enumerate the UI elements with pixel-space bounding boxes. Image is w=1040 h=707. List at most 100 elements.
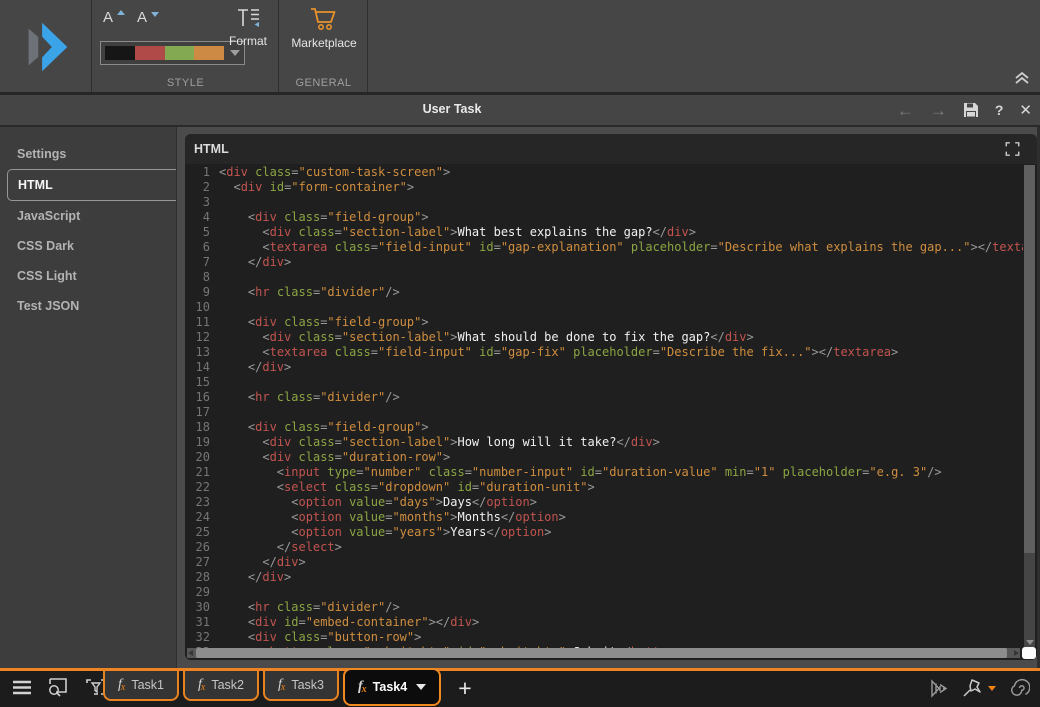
code-line[interactable]: 13 <textarea class="field-input" id="gap… bbox=[185, 345, 1023, 360]
code-text: <div class="custom-task-screen"> bbox=[219, 165, 450, 180]
line-number: 2 bbox=[188, 180, 210, 195]
save-button[interactable] bbox=[963, 102, 979, 118]
horizontal-scrollbar[interactable] bbox=[187, 648, 1020, 658]
close-button[interactable]: ✕ bbox=[1019, 101, 1032, 119]
code-line[interactable]: 1<div class="custom-task-screen"> bbox=[185, 165, 1023, 180]
code-editor-panel: HTML 1<div class="custom-task-screen">2 … bbox=[185, 134, 1037, 660]
add-task-button[interactable]: + bbox=[458, 676, 471, 700]
sidebar-item-css-light[interactable]: CSS Light bbox=[0, 261, 176, 291]
line-number: 4 bbox=[188, 210, 210, 225]
fx-icon: fx bbox=[278, 677, 285, 693]
code-line[interactable]: 31 <div id="embed-container"></div> bbox=[185, 615, 1023, 630]
code-line[interactable]: 12 <div class="section-label">What shoul… bbox=[185, 330, 1023, 345]
code-text: <hr class="divider"/> bbox=[219, 285, 400, 300]
pin-dropdown-caret-icon[interactable] bbox=[988, 686, 996, 691]
marketplace-button[interactable]: Marketplace bbox=[295, 6, 353, 50]
search-processes-button[interactable] bbox=[47, 678, 70, 697]
code-line[interactable]: 27 </div> bbox=[185, 555, 1023, 570]
font-decrease-button[interactable]: A bbox=[137, 9, 159, 31]
code-text: <div class="duration-row"> bbox=[219, 450, 450, 465]
code-line[interactable]: 15 bbox=[185, 375, 1023, 390]
horizontal-scrollbar-thumb[interactable] bbox=[196, 648, 1007, 658]
code-line[interactable]: 25 <option value="years">Years</option> bbox=[185, 525, 1023, 540]
code-text: <input type="number" class="number-input… bbox=[219, 465, 942, 480]
fx-icon: fx bbox=[198, 677, 205, 693]
code-line[interactable]: 20 <div class="duration-row"> bbox=[185, 450, 1023, 465]
line-number: 24 bbox=[188, 510, 210, 525]
code-text: <div class="field-group"> bbox=[219, 420, 429, 435]
tab-task1[interactable]: fx Task1 bbox=[103, 671, 179, 701]
fullscreen-button[interactable] bbox=[1004, 141, 1021, 157]
line-number: 9 bbox=[188, 285, 210, 300]
line-number: 26 bbox=[188, 540, 210, 555]
line-number: 7 bbox=[188, 255, 210, 270]
app-window: A A Format STYLE bbox=[0, 0, 1040, 707]
back-button[interactable]: ← bbox=[897, 102, 914, 119]
code-line[interactable]: 21 <input type="number" class="number-in… bbox=[185, 465, 1023, 480]
palette-color-orange bbox=[194, 46, 224, 60]
code-line[interactable]: 9 <hr class="divider"/> bbox=[185, 285, 1023, 300]
vertical-scrollbar[interactable] bbox=[1024, 165, 1035, 647]
code-line[interactable]: 7 </div> bbox=[185, 255, 1023, 270]
sidebar-item-test-json[interactable]: Test JSON bbox=[0, 291, 176, 321]
line-number: 5 bbox=[188, 225, 210, 240]
code-line[interactable]: 8 bbox=[185, 270, 1023, 285]
collapse-ribbon-button[interactable] bbox=[1012, 70, 1032, 86]
scroll-down-arrow-icon[interactable] bbox=[1026, 640, 1034, 645]
code-line[interactable]: 3 bbox=[185, 195, 1023, 210]
code-line[interactable]: 28 </div> bbox=[185, 570, 1023, 585]
style-group-label: STYLE bbox=[93, 77, 278, 89]
code-line[interactable]: 10 bbox=[185, 300, 1023, 315]
editor-resize-corner[interactable] bbox=[1022, 647, 1036, 659]
font-increase-label: A bbox=[103, 9, 113, 26]
code-text: <div id="form-container"> bbox=[219, 180, 414, 195]
performance-button[interactable] bbox=[1009, 678, 1030, 698]
font-increase-button[interactable]: A bbox=[103, 9, 125, 31]
main-menu-button[interactable] bbox=[12, 680, 32, 695]
code-line[interactable]: 5 <div class="section-label">What best e… bbox=[185, 225, 1023, 240]
sidebar-item-html[interactable]: HTML bbox=[7, 169, 176, 201]
forward-button[interactable]: → bbox=[930, 102, 947, 119]
code-line[interactable]: 18 <div class="field-group"> bbox=[185, 420, 1023, 435]
code-line[interactable]: 16 <hr class="divider"/> bbox=[185, 390, 1023, 405]
pin-tool-button[interactable] bbox=[962, 678, 996, 698]
code-text: <select class="dropdown" id="duration-un… bbox=[219, 480, 595, 495]
sidebar-item-settings[interactable]: Settings bbox=[0, 139, 176, 169]
sidebar-item-css-dark[interactable]: CSS Dark bbox=[0, 231, 176, 261]
scroll-right-arrow-icon[interactable] bbox=[1014, 650, 1019, 656]
code-line[interactable]: 22 <select class="dropdown" id="duration… bbox=[185, 480, 1023, 495]
sidebar-item-javascript[interactable]: JavaScript bbox=[0, 201, 176, 231]
format-button[interactable]: Format bbox=[220, 6, 276, 48]
code-line[interactable]: 17 bbox=[185, 405, 1023, 420]
code-line[interactable]: 29 bbox=[185, 585, 1023, 600]
dialog-titlebar: User Task ← → ? ✕ bbox=[0, 95, 1040, 125]
app-logo[interactable] bbox=[0, 0, 92, 92]
line-number: 8 bbox=[188, 270, 210, 285]
code-line[interactable]: 24 <option value="months">Months</option… bbox=[185, 510, 1023, 525]
code-lines[interactable]: 1<div class="custom-task-screen">2 <div … bbox=[185, 165, 1023, 650]
marketplace-label: Marketplace bbox=[291, 36, 356, 50]
code-line[interactable]: 2 <div id="form-container"> bbox=[185, 180, 1023, 195]
line-number: 11 bbox=[188, 315, 210, 330]
code-line[interactable]: 26 </select> bbox=[185, 540, 1023, 555]
code-line[interactable]: 11 <div class="field-group"> bbox=[185, 315, 1023, 330]
code-line[interactable]: 23 <option value="days">Days</option> bbox=[185, 495, 1023, 510]
tab-task4[interactable]: fx Task4 bbox=[343, 668, 441, 706]
code-line[interactable]: 14 </div> bbox=[185, 360, 1023, 375]
code-line[interactable]: 6 <textarea class="field-input" id="gap-… bbox=[185, 240, 1023, 255]
scroll-left-arrow-icon[interactable] bbox=[188, 650, 193, 656]
vertical-scrollbar-thumb[interactable] bbox=[1024, 165, 1035, 553]
tab-dropdown-caret-icon[interactable] bbox=[416, 684, 426, 690]
tab-task3[interactable]: fx Task3 bbox=[263, 671, 339, 701]
code-line[interactable]: 30 <hr class="divider"/> bbox=[185, 600, 1023, 615]
code-text: <hr class="divider"/> bbox=[219, 390, 400, 405]
code-line[interactable]: 19 <div class="section-label">How long w… bbox=[185, 435, 1023, 450]
tab-task2[interactable]: fx Task2 bbox=[183, 671, 259, 701]
code-line[interactable]: 4 <div class="field-group"> bbox=[185, 210, 1023, 225]
help-button[interactable]: ? bbox=[995, 102, 1004, 118]
code-line[interactable]: 32 <div class="button-row"> bbox=[185, 630, 1023, 645]
font-decrease-arrow-icon bbox=[151, 12, 159, 17]
code-text: </div> bbox=[219, 570, 291, 585]
process-view-button[interactable] bbox=[929, 679, 949, 698]
line-number: 17 bbox=[188, 405, 210, 420]
